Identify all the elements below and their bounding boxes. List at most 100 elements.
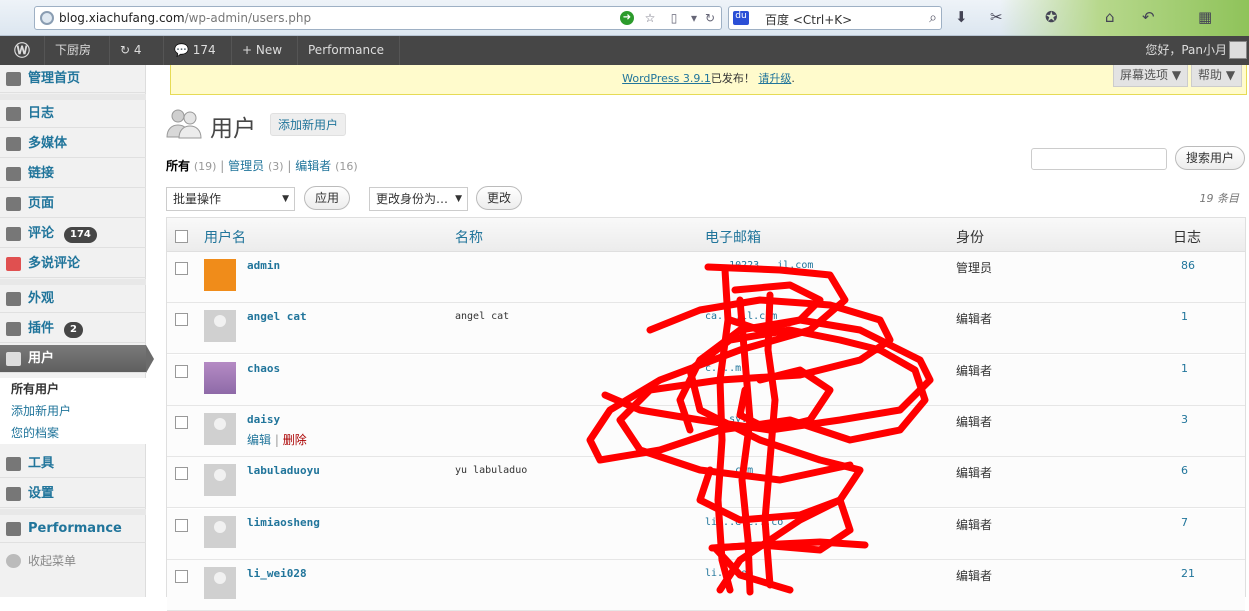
- menu-plugins[interactable]: 插件 2: [0, 315, 146, 343]
- row-checkbox[interactable]: [175, 467, 188, 481]
- menu-tools[interactable]: 工具: [0, 450, 146, 478]
- new-link[interactable]: + New: [232, 36, 298, 65]
- bulk-actions-select[interactable]: 批量操作 ▼: [166, 187, 295, 211]
- magnifier-icon[interactable]: ⌕: [929, 10, 937, 26]
- browser-search-box[interactable]: du 百度 <Ctrl+K> ⌕: [728, 6, 942, 30]
- change-role-select[interactable]: 更改身份为… ▼: [369, 187, 468, 211]
- email-link[interactable]: c....m: [705, 363, 741, 374]
- menu-links[interactable]: 链接: [0, 160, 146, 188]
- filter-all[interactable]: 所有: [166, 159, 190, 173]
- email-link[interactable]: li...com: [705, 568, 753, 579]
- wordpress-logo-icon[interactable]: Ⓦ: [0, 36, 45, 65]
- screen-options-button[interactable]: 屏幕选项 ▼: [1113, 65, 1189, 87]
- username-link[interactable]: admin: [247, 259, 280, 272]
- posts-count-link[interactable]: 7: [1181, 516, 1188, 529]
- comments-link[interactable]: 💬 174: [164, 36, 232, 65]
- notice-period: .: [791, 72, 795, 85]
- star-icon[interactable]: ☆: [643, 11, 657, 25]
- row-checkbox[interactable]: [175, 518, 188, 532]
- filter-admin[interactable]: 管理员: [228, 159, 264, 173]
- email-link[interactable]: li...ele...co: [705, 517, 783, 528]
- performance-link[interactable]: Performance: [298, 36, 400, 65]
- posts-count-link[interactable]: 86: [1181, 259, 1195, 272]
- reload-icon[interactable]: ↻: [703, 11, 717, 25]
- posts-count-link[interactable]: 1: [1181, 310, 1188, 323]
- menu-dashboard[interactable]: 管理首页: [0, 65, 146, 93]
- wordpress-version-link[interactable]: WordPress 3.9.1: [622, 72, 711, 85]
- add-new-user-button[interactable]: 添加新用户: [270, 113, 347, 136]
- menu-appearance[interactable]: 外观: [0, 285, 146, 313]
- menu-comments[interactable]: 评论 174: [0, 220, 146, 248]
- screenshot-icon[interactable]: ✂: [990, 8, 1003, 26]
- menu-media[interactable]: 多媒体: [0, 130, 146, 158]
- comment-icon: [6, 227, 21, 241]
- col-email[interactable]: 电子邮箱: [705, 227, 761, 247]
- row-checkbox[interactable]: [175, 364, 188, 378]
- update-notice: WordPress 3.9.1已发布！ 请升级.: [170, 65, 1247, 95]
- dropdown-icon[interactable]: ▾: [687, 11, 701, 25]
- edit-user-link[interactable]: 编辑: [247, 433, 271, 447]
- submenu-all-users[interactable]: 所有用户: [0, 378, 146, 400]
- posts-count-link[interactable]: 3: [1181, 413, 1188, 426]
- back-icon[interactable]: ↶: [1142, 8, 1155, 26]
- table-row: angel cat angel cat ca....ll.com 编辑者 1: [167, 303, 1245, 355]
- col-username[interactable]: 用户名: [204, 227, 246, 247]
- username-link[interactable]: labuladuoyu: [247, 464, 320, 477]
- home-icon[interactable]: ⌂: [1105, 8, 1115, 26]
- collapse-menu[interactable]: 收起菜单: [0, 547, 146, 575]
- col-name[interactable]: 名称: [455, 227, 483, 247]
- addon-icon[interactable]: ✪: [1045, 8, 1058, 26]
- windows-icon[interactable]: ▦: [1198, 8, 1212, 26]
- row-checkbox[interactable]: [175, 569, 188, 583]
- go-icon[interactable]: ➜: [620, 11, 634, 25]
- updates-link[interactable]: ↻ 4: [110, 36, 164, 65]
- username-link[interactable]: limiaosheng: [247, 516, 320, 529]
- email-link[interactable]: ....sy...: [705, 414, 759, 425]
- account-greeting[interactable]: 您好，Pan小月: [1145, 36, 1227, 65]
- plus-icon: +: [242, 43, 256, 57]
- filter-editor[interactable]: 编辑者: [295, 159, 331, 173]
- row-checkbox[interactable]: [175, 415, 188, 429]
- posts-count-link[interactable]: 21: [1181, 567, 1195, 580]
- menu-duoshuo[interactable]: 多说评论: [0, 250, 146, 278]
- menu-label: 工具: [28, 456, 55, 471]
- submenu-add-user[interactable]: 添加新用户: [0, 400, 146, 422]
- upgrade-link[interactable]: 请升级: [758, 72, 791, 85]
- user-role: 编辑者: [956, 466, 993, 481]
- address-bar[interactable]: blog.xiachufang.com/wp-admin/users.php ➜…: [34, 6, 722, 30]
- email-link[interactable]: ca....ll.com: [705, 311, 777, 322]
- table-row: daisy ....sy... 编辑者 3 编辑 | 删除: [167, 405, 1245, 457]
- row-checkbox[interactable]: [175, 262, 188, 275]
- username-link[interactable]: chaos: [247, 362, 280, 375]
- email-link[interactable]: ....10223...il.com: [705, 260, 813, 271]
- apply-button[interactable]: 应用: [304, 186, 351, 210]
- posts-count-link[interactable]: 1: [1181, 362, 1188, 375]
- change-button[interactable]: 更改: [476, 186, 523, 210]
- menu-users[interactable]: 用户: [0, 345, 154, 373]
- submenu-profile[interactable]: 您的档案: [0, 422, 146, 444]
- delete-user-link[interactable]: 删除: [283, 433, 307, 447]
- username-link[interactable]: daisy: [247, 413, 280, 426]
- account-avatar[interactable]: [1229, 41, 1247, 59]
- select-all-checkbox[interactable]: [175, 230, 188, 243]
- row-checkbox[interactable]: [175, 313, 188, 327]
- menu-label: 评论: [28, 226, 55, 241]
- help-button[interactable]: 帮助 ▼: [1191, 65, 1243, 87]
- download-icon[interactable]: ⬇: [955, 8, 968, 26]
- menu-settings[interactable]: 设置: [0, 480, 146, 508]
- username-link[interactable]: li_wei028: [247, 567, 307, 580]
- updates-icon: ↻: [120, 43, 134, 57]
- col-role: 身份: [956, 230, 984, 246]
- settings-icon: [6, 487, 21, 501]
- search-engine-placeholder: 百度 <Ctrl+K>: [765, 13, 853, 27]
- menu-pages[interactable]: 页面: [0, 190, 146, 218]
- site-name-link[interactable]: 下厨房: [45, 36, 110, 65]
- menu-posts[interactable]: 日志: [0, 100, 146, 128]
- mobile-icon[interactable]: ▯: [667, 11, 681, 25]
- search-users-button[interactable]: 搜索用户: [1175, 146, 1246, 170]
- email-link[interactable]: x....com: [705, 465, 753, 476]
- posts-count-link[interactable]: 6: [1181, 464, 1188, 477]
- username-link[interactable]: angel cat: [247, 310, 307, 323]
- menu-performance[interactable]: Performance: [0, 515, 146, 543]
- user-search-input[interactable]: [1031, 148, 1167, 170]
